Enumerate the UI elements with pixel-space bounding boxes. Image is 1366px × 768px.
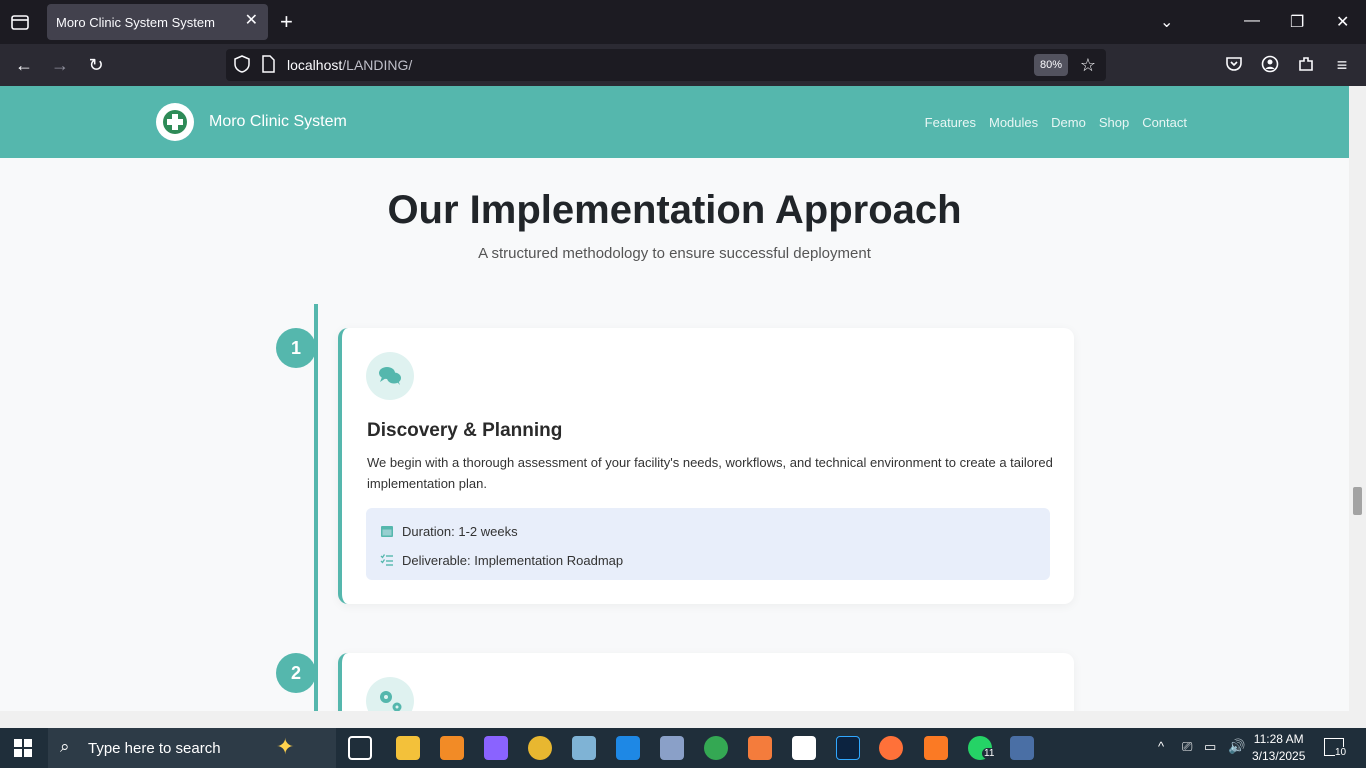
tab-list-icon[interactable] <box>10 12 30 32</box>
menu-icon[interactable]: ≡ <box>1332 55 1352 75</box>
clock-time: 11:28 AM <box>1253 732 1304 746</box>
reload-icon[interactable]: ↻ <box>86 55 106 75</box>
step-card: Discovery & Planning We begin with a tho… <box>338 328 1074 604</box>
calendar-icon <box>380 524 394 538</box>
horizontal-scrollbar[interactable] <box>0 711 1366 728</box>
step-description: We begin with a thorough assessment of y… <box>367 455 1053 491</box>
app-icon[interactable] <box>1010 736 1034 760</box>
sublime-text-icon[interactable] <box>440 736 464 760</box>
section-subtitle: A structured methodology to ensure succe… <box>478 245 871 262</box>
step-number-badge: 1 <box>276 328 316 368</box>
pocket-icon[interactable] <box>1224 55 1244 75</box>
vscode-icon[interactable] <box>616 736 640 760</box>
account-icon[interactable] <box>1260 55 1280 75</box>
app-icon[interactable] <box>660 736 684 760</box>
step-card <box>338 653 1074 711</box>
url-text[interactable]: localhost/LANDING/ <box>287 57 412 73</box>
windows-taskbar: ⌕ Type here to search ✦ 11 ^ ⎚ ▭ 🔊 11:28… <box>0 728 1366 768</box>
xampp-icon[interactable] <box>924 736 948 760</box>
nav-link-shop[interactable]: Shop <box>1099 115 1129 130</box>
minimize-icon[interactable]: — <box>1244 12 1260 30</box>
notification-center-icon[interactable]: 10 <box>1324 738 1347 758</box>
sparkle-icon: ✦ <box>276 734 295 759</box>
firefox-icon[interactable] <box>879 736 903 760</box>
nav-link-features[interactable]: Features <box>925 115 976 130</box>
comments-icon <box>366 352 414 400</box>
step-info-box: Duration: 1-2 weeks Deliverable: Impleme… <box>366 508 1050 580</box>
chevron-down-icon[interactable]: ⌄ <box>1160 12 1173 32</box>
chrome-icon[interactable] <box>704 736 728 760</box>
volume-icon[interactable]: 🔊 <box>1228 738 1245 755</box>
tab-title: Moro Clinic System System <box>56 15 215 30</box>
url-path: /LANDING/ <box>342 57 413 73</box>
shield-icon[interactable] <box>232 55 252 75</box>
task-view-icon[interactable] <box>348 736 372 760</box>
clinic-logo-icon[interactable] <box>156 103 194 141</box>
meet-now-icon[interactable]: ⎚ <box>1182 739 1192 755</box>
checklist-icon <box>380 553 394 567</box>
restore-icon[interactable]: ❐ <box>1290 12 1304 32</box>
show-hidden-icons-icon[interactable]: ^ <box>1158 739 1164 754</box>
zoom-badge[interactable]: 80% <box>1034 54 1068 76</box>
browser-navbar: ← → ↻ localhost/LANDING/ 80% ☆ ≡ <box>0 44 1366 86</box>
cogs-icon <box>366 677 414 711</box>
browser-tabbar: Moro Clinic System System ✕ + ⌄ — ❐ ✕ <box>0 0 1366 44</box>
new-tab-icon[interactable]: + <box>280 10 293 34</box>
step-number-badge: 2 <box>276 653 316 693</box>
app-icon[interactable] <box>572 736 596 760</box>
bookmark-star-icon[interactable]: ☆ <box>1078 55 1098 75</box>
brand-name[interactable]: Moro Clinic System <box>209 113 347 131</box>
url-bar[interactable]: localhost/LANDING/ 80% ☆ <box>226 49 1106 81</box>
copilot-icon[interactable] <box>484 736 508 760</box>
scrollbar-thumb[interactable] <box>1353 487 1362 515</box>
windows-start-icon[interactable] <box>14 739 32 757</box>
page-info-icon[interactable] <box>258 55 278 75</box>
close-window-icon[interactable]: ✕ <box>1336 12 1349 32</box>
close-tab-icon[interactable]: ✕ <box>245 12 258 30</box>
photoshop-icon[interactable] <box>836 736 860 760</box>
clock-date: 3/13/2025 <box>1252 749 1306 763</box>
page-viewport: Moro Clinic System Features Modules Demo… <box>0 86 1349 711</box>
taskbar-search[interactable]: ⌕ Type here to search ✦ <box>48 728 336 768</box>
network-icon[interactable]: ▭ <box>1204 739 1216 755</box>
step-title: Discovery & Planning <box>367 420 563 441</box>
app-icon[interactable] <box>528 736 552 760</box>
whatsapp-icon[interactable]: 11 <box>968 736 997 760</box>
forward-icon[interactable]: → <box>50 55 70 75</box>
search-icon: ⌕ <box>60 737 70 756</box>
section-title: Our Implementation Approach <box>387 188 962 232</box>
extensions-icon[interactable] <box>1296 55 1316 75</box>
file-explorer-icon[interactable] <box>396 736 420 760</box>
site-nav: Features Modules Demo Shop Contact <box>925 115 1187 130</box>
capcut-icon[interactable] <box>792 736 816 760</box>
nav-link-contact[interactable]: Contact <box>1142 115 1187 130</box>
timeline-line <box>314 304 318 711</box>
microphone-icon[interactable] <box>748 736 772 760</box>
back-icon[interactable]: ← <box>14 55 34 75</box>
search-placeholder: Type here to search <box>88 740 221 757</box>
whatsapp-badge: 11 <box>982 748 997 759</box>
nav-link-modules[interactable]: Modules <box>989 115 1038 130</box>
url-host: localhost <box>287 57 343 73</box>
vertical-scrollbar[interactable] <box>1349 86 1366 711</box>
step-deliverable: Deliverable: Implementation Roadmap <box>402 553 624 568</box>
notification-count: 10 <box>1335 747 1347 758</box>
step-duration: Duration: 1-2 weeks <box>402 524 518 539</box>
taskbar-clock[interactable]: 11:28 AM 3/13/2025 <box>1252 731 1305 765</box>
site-header: Moro Clinic System Features Modules Demo… <box>0 86 1349 158</box>
browser-tab-active[interactable]: Moro Clinic System System ✕ <box>47 4 268 40</box>
nav-link-demo[interactable]: Demo <box>1051 115 1086 130</box>
